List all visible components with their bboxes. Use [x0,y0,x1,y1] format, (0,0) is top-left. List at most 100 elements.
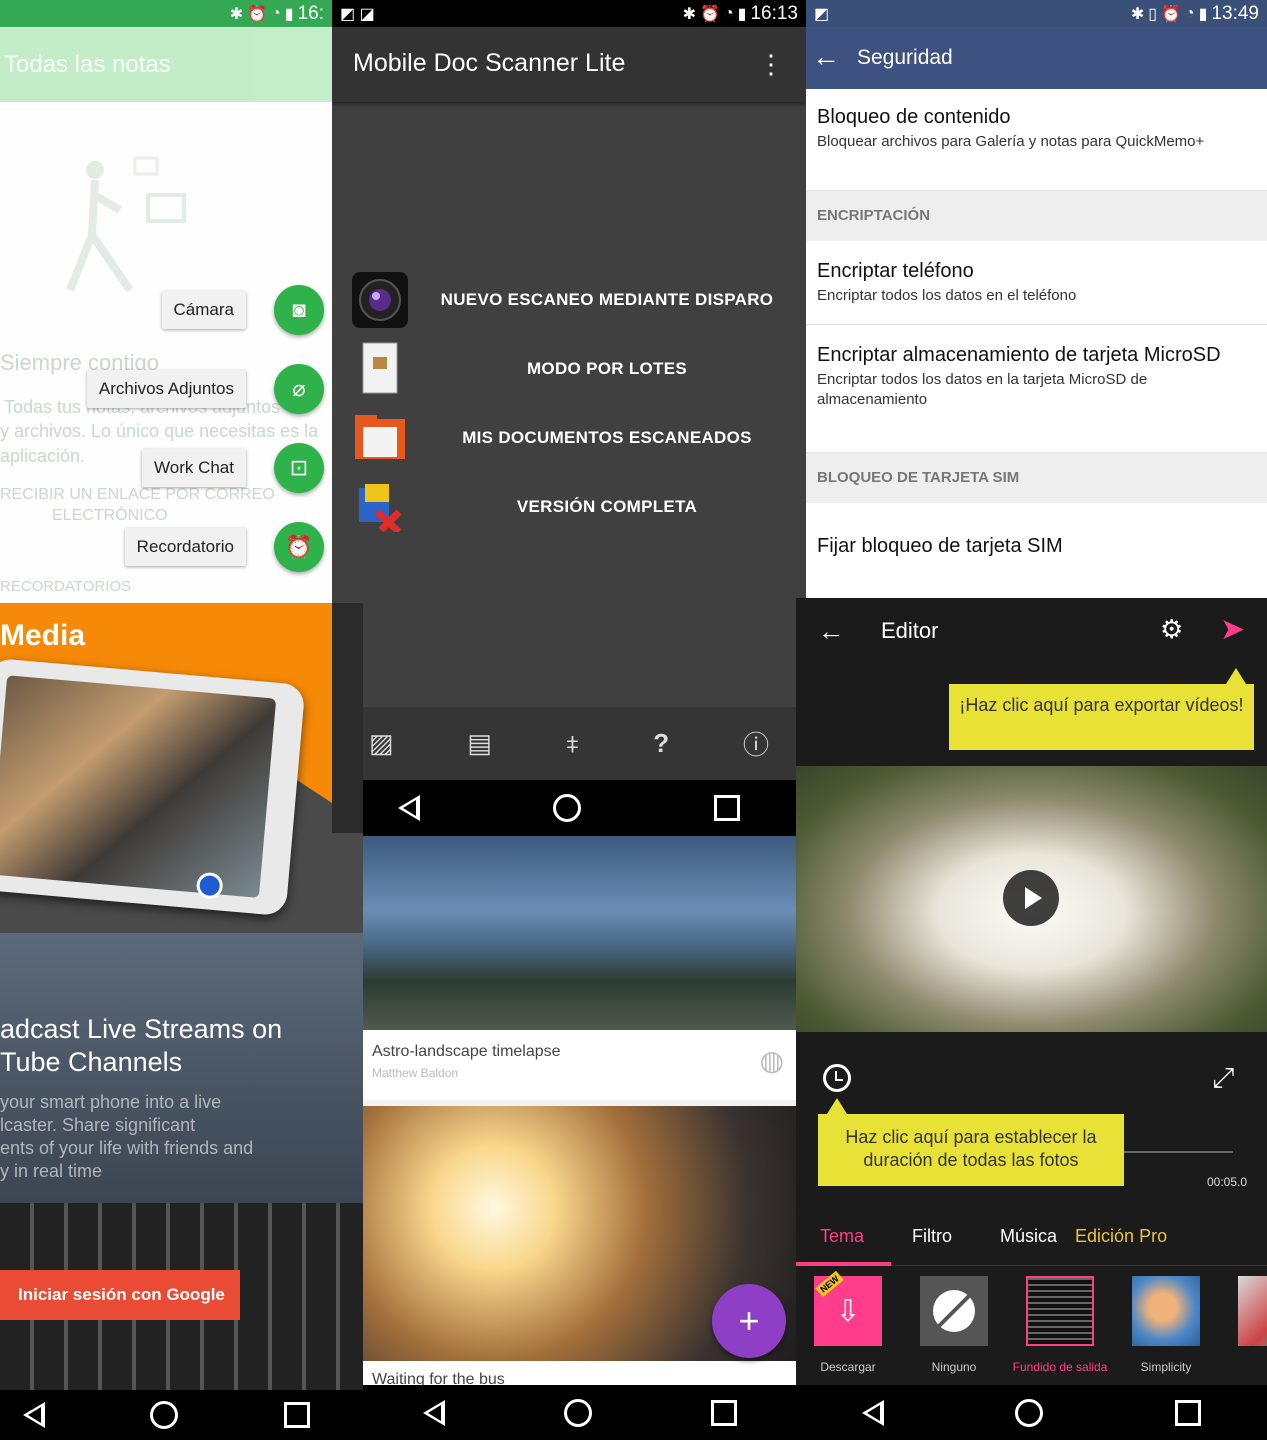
nav-back-icon[interactable] [422,1399,445,1426]
video-editor-panel: ← Editor ⚙ ➤ ¡Haz clic aquí para exporta… [796,598,1267,1385]
copy-line: y in real time [0,1161,103,1181]
photo-author: Matthew Baldon [372,1066,459,1080]
fab-label[interactable]: Recordatorio [124,528,246,566]
fab-camera-row[interactable]: Cámara ◙ [161,285,324,335]
gallery-icon[interactable]: ▨ [369,728,394,759]
illustration [40,150,220,300]
fab-workchat-row[interactable]: Work Chat ⊡ [142,443,324,493]
alarm-icon[interactable]: ⏰ [274,522,324,572]
theme-none[interactable]: Ninguno [920,1276,988,1385]
chat-icon[interactable]: ⊡ [274,443,324,493]
fab-label[interactable]: Archivos Adjuntos [86,370,246,408]
setting-sim-lock[interactable]: Fijar bloqueo de tarjeta SIM [806,503,1267,598]
menu-label[interactable]: NUEVO ESCANEO MEDIANTE DISPARO [408,290,806,310]
nav-recents-icon[interactable] [713,795,740,821]
security-settings-panel: ◩ ✱ ▯ ⏰ ◔ ▮ 13:49 ← Seguridad Bloqueo de… [806,0,1267,598]
battery-icon: ▮ [284,5,294,23]
app-full-icon [352,479,408,535]
duration-tooltip: Haz clic aquí para establecer la duració… [818,1114,1124,1186]
help-icon[interactable]: ? [653,728,669,759]
none-icon [920,1276,988,1346]
nav-bar [332,780,806,836]
status-time: 16:13 [750,2,798,24]
bg-text: y archivos. Lo único que necesitas es la [0,421,319,441]
photo-landscape[interactable] [363,836,796,1030]
pdf-icon[interactable]: ▤ [467,728,492,759]
menu-new-scan[interactable]: NUEVO ESCANEO MEDIANTE DISPARO [352,270,806,330]
photo-feed-panel: Astro-landscape timelapse Matthew Baldon… [363,836,796,1385]
nav-recents-icon[interactable] [1175,1399,1202,1426]
tab-tema[interactable]: Tema [820,1226,864,1247]
overflow-menu-icon[interactable]: ⋮ [758,49,784,80]
setting-title: Fijar bloqueo de tarjeta SIM [817,535,1063,557]
setting-encrypt-sd[interactable]: Encriptar almacenamiento de tarjeta Micr… [806,325,1267,453]
setting-content-lock[interactable]: Bloqueo de contenido Bloquear archivos p… [806,89,1267,191]
setting-subtitle: Bloquear archivos para Galería y notas p… [817,133,1205,150]
theme-next[interactable]: F [1238,1276,1267,1385]
nav-bar [363,1385,796,1440]
section-header: BLOQUEO DE TARJETA SIM [806,453,1267,503]
nav-recents-icon[interactable] [284,1402,311,1428]
nav-home-icon[interactable] [1015,1398,1044,1427]
theme-fade-out[interactable]: Fundido de salida [1013,1276,1107,1385]
nav-back-icon[interactable] [398,795,421,821]
globe-icon[interactable]: ◍ [760,1044,784,1077]
theme-label: Descargar [820,1360,876,1374]
menu-batch-mode[interactable]: MODO POR LOTES [352,339,806,399]
nav-back-icon[interactable] [22,1402,45,1428]
theme-download[interactable]: NEW ⇩ Descargar [814,1270,882,1385]
status-bar: ✱ ⏰ ◔ ▮ 16: [0,0,332,27]
gear-icon[interactable]: ⚙ [1160,614,1183,645]
theme-simplicity[interactable]: Simplicity [1132,1276,1200,1385]
settings-sliders-icon[interactable]: ⧧ [566,728,579,760]
nav-recents-icon[interactable] [710,1399,737,1426]
status-bar: ◩ ✱ ▯ ⏰ ◔ ▮ 13:49 [806,0,1267,27]
info-icon[interactable]: ⓘ [743,725,769,762]
menu-label[interactable]: MODO POR LOTES [408,359,806,379]
tablet-photo [0,657,306,917]
clock-icon[interactable] [823,1064,851,1092]
nav-home-icon[interactable] [563,1398,592,1427]
send-export-icon[interactable]: ➤ [1220,612,1245,647]
theme-strip: NEW ⇩ Descargar Ninguno Fundido de salid… [796,1270,1267,1385]
setting-subtitle: Encriptar todos los datos en el teléfono [817,287,1077,304]
tab-musica[interactable]: Música [1000,1226,1057,1247]
doc-scanner-panel: ◩ ◪ ✱ ⏰ ◔ ▮ 16:13 Mobile Doc Scanner Lit… [332,0,806,836]
download-icon: NEW ⇩ [814,1270,882,1346]
play-button-icon[interactable] [1003,870,1059,926]
menu-full-version[interactable]: VERSIÓN COMPLETA [352,477,806,537]
google-signin-button[interactable]: Iniciar sesión con Google [0,1270,240,1320]
menu-my-documents[interactable]: MIS DOCUMENTOS ESCANEADOS [352,408,806,468]
notes-app-panel: ✱ ⏰ ◔ ▮ 16: Todas las notas Siempre cont… [0,0,332,603]
fab-label[interactable]: Cámara [161,291,246,329]
menu-label[interactable]: VERSIÓN COMPLETA [408,497,806,517]
app-notification-icon: ◩ ◪ [340,5,375,23]
fab-reminder-row[interactable]: Recordatorio ⏰ [124,522,324,572]
add-photo-button[interactable]: + [712,1284,786,1358]
nav-home-icon[interactable] [552,794,581,822]
fab-label[interactable]: Work Chat [142,449,246,487]
security-title: Seguridad [857,46,953,69]
simplicity-thumb [1132,1276,1200,1346]
tooltip-pointer [827,1098,847,1114]
next-theme-thumb [1238,1276,1267,1346]
paperclip-icon[interactable]: ⌀ [274,364,324,414]
editor-tabs: Tema Filtro Música Edición Pro [796,1208,1267,1266]
fab-attachments-row[interactable]: Archivos Adjuntos ⌀ [86,364,324,414]
setting-encrypt-phone[interactable]: Encriptar teléfono Encriptar todos los d… [806,241,1267,325]
bg-text: RECORDATORIOS [0,578,132,595]
tab-filtro[interactable]: Filtro [912,1226,952,1247]
nav-back-icon[interactable] [861,1399,884,1426]
tab-edicion-pro[interactable]: Edición Pro [1075,1226,1167,1247]
back-arrow-icon[interactable]: ← [812,41,840,73]
fade-out-thumb [1026,1276,1094,1346]
menu-label[interactable]: MIS DOCUMENTOS ESCANEADOS [408,428,806,448]
camera-icon[interactable]: ◙ [274,285,324,335]
photo-caption[interactable]: Astro-landscape timelapse Matthew Baldon… [363,1030,796,1100]
fullscreen-icon[interactable]: ⤢ [1212,1062,1234,1095]
scanner-title: Mobile Doc Scanner Lite [353,49,626,77]
back-arrow-icon[interactable]: ← [818,616,844,647]
nav-home-icon[interactable] [150,1401,179,1429]
photo-caption[interactable]: Waiting for the bus [363,1361,796,1385]
duration-label: 00:05.0 [1207,1175,1248,1189]
